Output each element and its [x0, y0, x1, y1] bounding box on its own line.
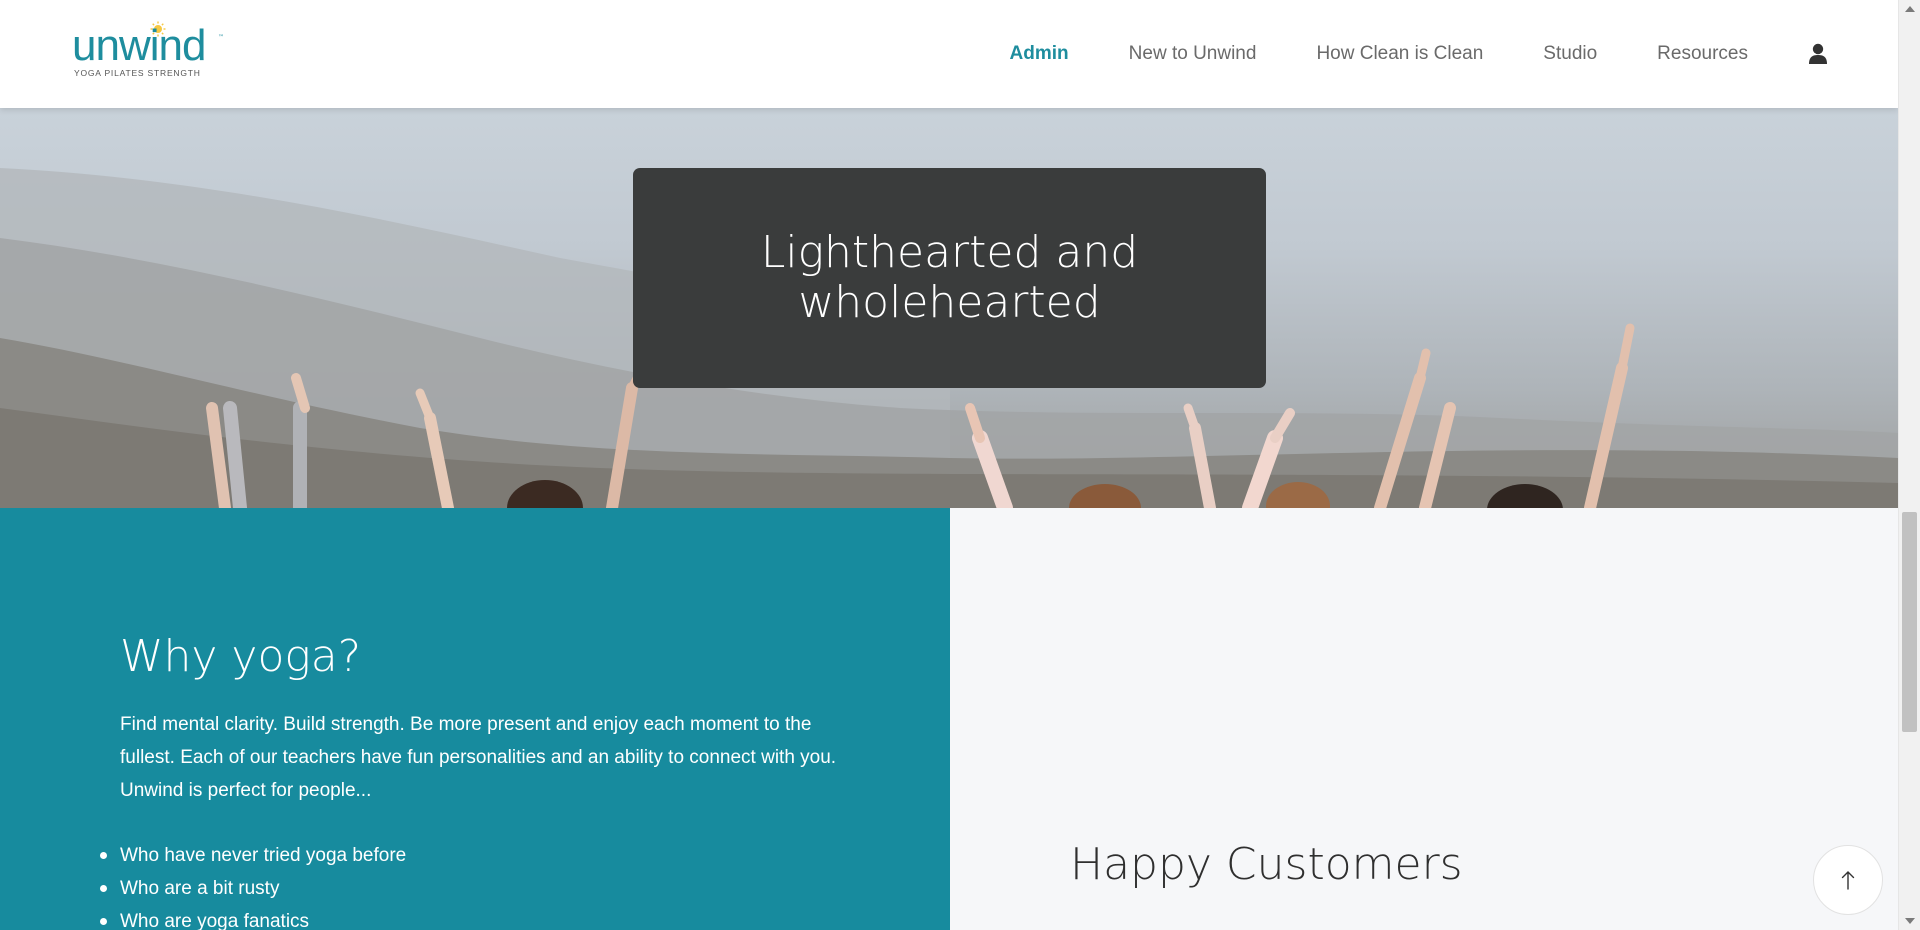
why-yoga-list: Who have never tried yoga before Who are… [99, 839, 406, 930]
nav-item-admin[interactable]: Admin [1010, 43, 1069, 65]
scroll-down-arrow-icon[interactable] [1905, 918, 1915, 924]
why-yoga-section: Why yoga? Find mental clarity. Build str… [0, 508, 950, 930]
scroll-up-arrow-icon[interactable] [1905, 6, 1915, 12]
why-yoga-heading: Why yoga? [120, 631, 362, 682]
list-item: Who are yoga fanatics [99, 905, 406, 930]
scroll-to-top-button[interactable] [1813, 845, 1883, 915]
why-yoga-description: Find mental clarity. Build strength. Be … [120, 714, 837, 801]
hero-banner: Lighthearted and wholehearted [0, 108, 1898, 508]
page: unwind ™ YOGA PILATES STRENGTH Admin New… [0, 0, 1898, 930]
nav-item-studio[interactable]: Studio [1543, 43, 1597, 65]
site-header: unwind ™ YOGA PILATES STRENGTH Admin New… [0, 0, 1898, 108]
vertical-scrollbar[interactable] [1898, 0, 1920, 930]
main-nav: Admin New to Unwind How Clean is Clean S… [1010, 0, 1828, 108]
logo-tagline: YOGA PILATES STRENGTH [74, 68, 201, 78]
list-item: Who are a bit rusty [99, 872, 406, 905]
scrollbar-thumb[interactable] [1902, 512, 1917, 732]
hero-title-card: Lighthearted and wholehearted [633, 168, 1266, 388]
unwind-logo[interactable]: unwind ™ YOGA PILATES STRENGTH [72, 18, 228, 80]
happy-customers-section: Happy Customers [950, 508, 1898, 930]
nav-item-new-to-unwind[interactable]: New to Unwind [1129, 43, 1257, 65]
arrow-up-icon [1841, 871, 1855, 890]
list-item: Who have never tried yoga before [99, 839, 406, 872]
logo-trademark: ™ [218, 34, 224, 41]
nav-item-how-clean-is-clean[interactable]: How Clean is Clean [1316, 43, 1483, 65]
hero-title: Lighthearted and wholehearted [760, 227, 1139, 328]
nav-item-resources[interactable]: Resources [1657, 43, 1748, 65]
logo-wordmark: unwind [72, 21, 206, 70]
user-icon[interactable] [1808, 43, 1828, 65]
happy-customers-heading: Happy Customers [1070, 839, 1463, 890]
